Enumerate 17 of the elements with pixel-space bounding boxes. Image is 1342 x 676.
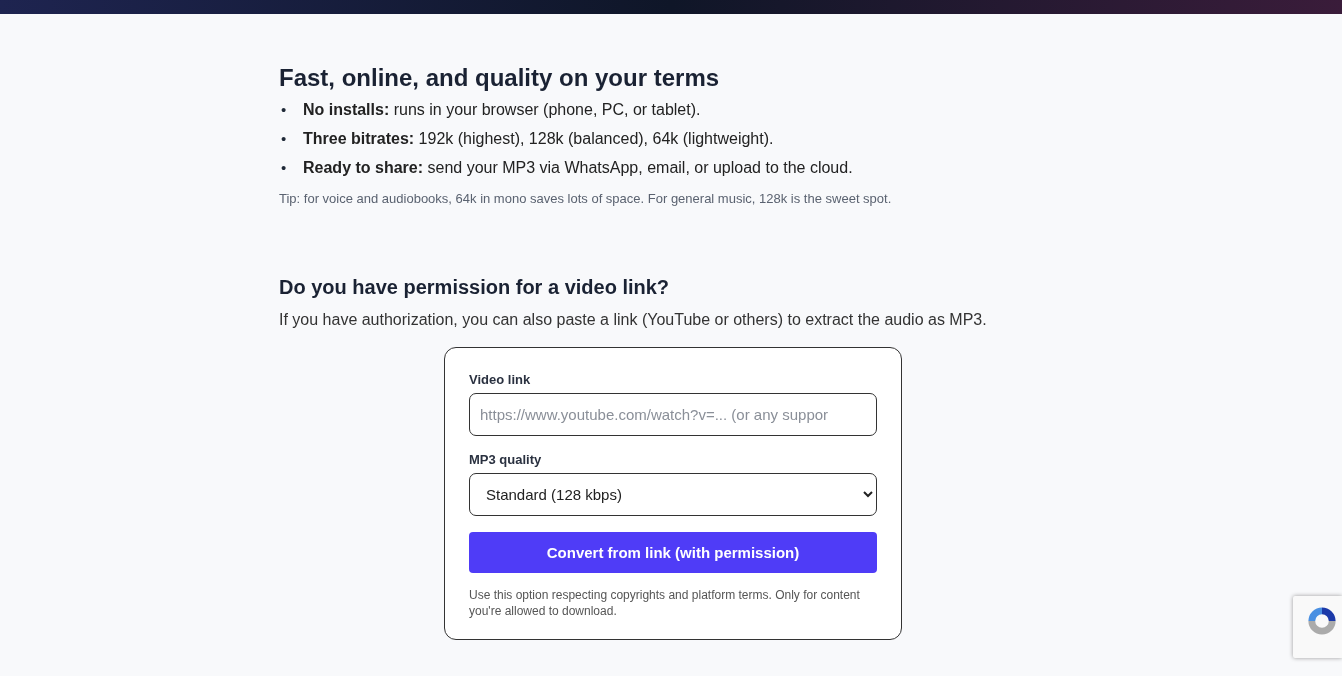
captcha-badge[interactable] xyxy=(1293,596,1342,658)
tip-text: Tip: for voice and audiobooks, 64k in mono saves lots of space. For general music, 128k is the sweet spot. xyxy=(279,191,893,206)
bullet-marker: • xyxy=(281,100,288,120)
convert-button[interactable]: Convert from link (with permission) xyxy=(469,532,877,573)
field-label: Video link xyxy=(469,372,532,387)
feature-item: Ready to share: send your MP3 via WhatsApp, email, or upload to the cloud. xyxy=(303,158,853,178)
bullet-marker: • xyxy=(281,158,288,178)
feature-item: No installs: runs in your browser (phone, PC, or tablet). xyxy=(303,100,701,120)
field-label: MP3 quality xyxy=(469,452,543,467)
quality-select[interactable]: Standard (128 kbps) xyxy=(469,473,877,516)
note-text: Use this option respecting copyrights and platform terms. Only for content you're allowed to download. xyxy=(469,587,861,619)
intro-text: If you have authorization, you can also paste a link (YouTube or others) to extract the audio as MP3. xyxy=(279,311,988,329)
feature-item: Three bitrates: 192k (highest), 128k (balanced), 64k (lightweight). xyxy=(303,129,774,149)
section-heading: Fast, online, and quality on your terms xyxy=(279,64,721,92)
section-heading: Do you have permission for a video link? xyxy=(279,276,671,299)
bullet-marker: • xyxy=(281,129,288,149)
video-link-field[interactable]: https://www.youtube.com/watch?v=... (or any suppor xyxy=(469,393,877,436)
